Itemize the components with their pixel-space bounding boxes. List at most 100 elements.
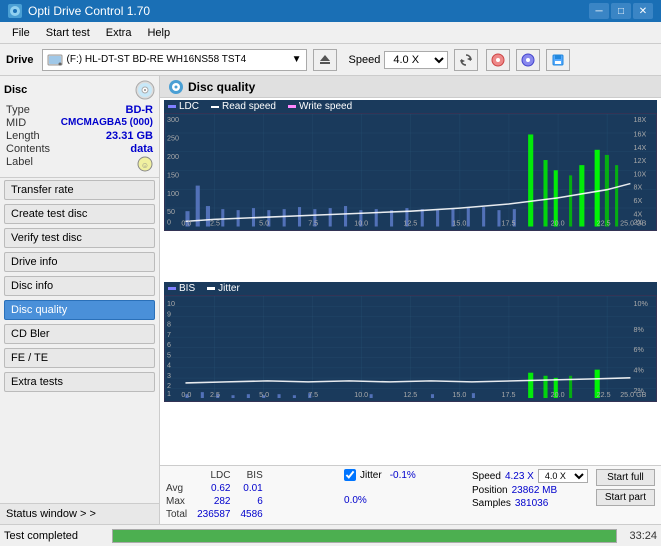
avg-bis-value: 0.01 — [241, 482, 273, 495]
menu-start-test[interactable]: Start test — [38, 25, 98, 41]
disc-length-row: Length 23.31 GB — [4, 130, 155, 142]
disc-quality-title: Disc quality — [188, 80, 255, 94]
disc-info-section: Disc Type BD-R MID CMCMAGBA5 (000) Lengt… — [0, 76, 159, 178]
sidebar-btn-transfer-rate[interactable]: Transfer rate — [4, 180, 155, 200]
jitter-label: Jitter — [360, 470, 382, 481]
titlebar-left: Opti Drive Control 1.70 — [8, 4, 150, 18]
menu-help[interactable]: Help — [139, 25, 178, 41]
svg-text:6%: 6% — [633, 346, 644, 354]
stats-table-container: LDC BIS Avg 0.62 0.01 Max 282 6 — [166, 469, 336, 521]
start-part-button[interactable]: Start part — [596, 489, 655, 506]
stats-table: LDC BIS Avg 0.62 0.01 Max 282 6 — [166, 469, 273, 521]
bis-jitter-chart: BIS Jitter — [164, 282, 657, 463]
maximize-button[interactable]: □ — [611, 3, 631, 19]
status-window-button[interactable]: Status window > > — [0, 503, 159, 524]
svg-text:10%: 10% — [633, 300, 648, 308]
speed-row: Speed 4.23 X 4.0 X 2.0 X — [472, 469, 588, 483]
svg-text:18X: 18X — [633, 116, 646, 124]
svg-text:☺: ☺ — [141, 161, 149, 170]
content-area: Disc quality LDC Read speed — [160, 76, 661, 524]
minimize-button[interactable]: ─ — [589, 3, 609, 19]
avg-ldc-value: 0.62 — [197, 482, 240, 495]
jitter-checkbox[interactable] — [344, 469, 356, 481]
svg-text:12X: 12X — [633, 157, 646, 165]
max-bis-value: 6 — [241, 495, 273, 508]
svg-text:0.0: 0.0 — [181, 219, 191, 226]
svg-text:6X: 6X — [633, 197, 642, 205]
sidebar-btn-disc-info[interactable]: Disc info — [4, 276, 155, 296]
svg-text:7.5: 7.5 — [308, 391, 318, 398]
position-row: Position 23862 MB — [472, 485, 588, 496]
label-icon: ☺ — [137, 156, 153, 172]
total-label: Total — [166, 508, 197, 521]
svg-text:15.0: 15.0 — [452, 391, 466, 398]
svg-text:8%: 8% — [633, 326, 644, 334]
svg-text:200: 200 — [167, 153, 179, 161]
svg-text:100: 100 — [167, 190, 179, 198]
drive-selector[interactable]: (F:) HL-DT-ST BD-RE WH16NS58 TST4 ▼ — [42, 49, 307, 71]
svg-text:2: 2 — [167, 382, 171, 390]
ldc-legend: LDC — [168, 101, 199, 112]
avg-jitter-value: -0.1% — [390, 470, 416, 481]
sidebar-btn-extra-tests[interactable]: Extra tests — [4, 372, 155, 392]
jitter-row: Jitter -0.1% — [344, 469, 464, 481]
sidebar-btn-create-test-disc[interactable]: Create test disc — [4, 204, 155, 224]
svg-text:17.5: 17.5 — [502, 391, 516, 398]
position-label: Position — [472, 485, 508, 496]
spacer — [344, 483, 464, 493]
refresh-button[interactable] — [454, 49, 478, 71]
start-buttons: Start full Start part — [596, 469, 655, 506]
samples-value: 381036 — [515, 498, 548, 509]
titlebar: Opti Drive Control 1.70 ─ □ ✕ — [0, 0, 661, 22]
sidebar: Disc Type BD-R MID CMCMAGBA5 (000) Lengt… — [0, 76, 160, 524]
menu-file[interactable]: File — [4, 25, 38, 41]
read-speed-legend: Read speed — [211, 101, 276, 112]
max-jitter-value: 0.0% — [344, 495, 367, 506]
svg-text:2.5: 2.5 — [210, 391, 220, 398]
svg-text:4: 4 — [167, 362, 171, 370]
ldc-chart-svg: 300 250 200 150 100 50 0 18X 16X 14X 12X… — [165, 114, 656, 227]
svg-text:0.0: 0.0 — [181, 391, 191, 398]
svg-text:3: 3 — [167, 372, 171, 380]
disc-icon-button2[interactable] — [516, 49, 540, 71]
menu-extra[interactable]: Extra — [98, 25, 140, 41]
sidebar-btn-fe-te[interactable]: FE / TE — [4, 348, 155, 368]
disc-header: Disc — [4, 80, 155, 100]
svg-text:9: 9 — [167, 310, 171, 318]
sidebar-btn-verify-test-disc[interactable]: Verify test disc — [4, 228, 155, 248]
bis-jitter-chart-svg: 10 9 8 7 6 5 4 3 2 1 10% 8% 6% — [165, 296, 656, 398]
ldc-chart: LDC Read speed Write speed — [164, 100, 657, 281]
speed-section: Speed 4.23 X 4.0 X 2.0 X Position 23862 … — [472, 469, 588, 509]
sidebar-btn-drive-info[interactable]: Drive info — [4, 252, 155, 272]
speed-label: Speed — [349, 54, 381, 66]
main-area: Disc Type BD-R MID CMCMAGBA5 (000) Lengt… — [0, 76, 661, 524]
svg-text:22.5: 22.5 — [597, 391, 611, 398]
eject-button[interactable] — [313, 49, 337, 71]
svg-text:4X: 4X — [633, 210, 642, 218]
close-button[interactable]: ✕ — [633, 3, 653, 19]
svg-text:150: 150 — [167, 171, 179, 179]
sidebar-btn-cd-bler[interactable]: CD Bler — [4, 324, 155, 344]
svg-text:10X: 10X — [633, 170, 646, 178]
save-button[interactable] — [546, 49, 570, 71]
svg-text:1: 1 — [167, 390, 171, 398]
svg-text:25.0 GB: 25.0 GB — [620, 219, 646, 226]
progress-bar — [113, 530, 616, 542]
total-ldc-value: 236587 — [197, 508, 240, 521]
svg-text:6: 6 — [167, 341, 171, 349]
speed-select[interactable]: 4.0 X 2.0 X — [538, 469, 588, 483]
svg-text:2.5: 2.5 — [210, 219, 220, 226]
app-icon — [8, 4, 22, 18]
svg-text:7.5: 7.5 — [308, 219, 318, 226]
ldc-header: LDC — [197, 469, 240, 482]
titlebar-controls: ─ □ ✕ — [589, 3, 653, 19]
speed-select[interactable]: 4.0 X 2.0 X 6.0 X 8.0 X — [384, 51, 448, 69]
disc-icon-button[interactable] — [486, 49, 510, 71]
disc-label-row: Label ☺ — [4, 156, 155, 172]
stats-area: LDC BIS Avg 0.62 0.01 Max 282 6 — [160, 465, 661, 524]
sidebar-btn-disc-quality[interactable]: Disc quality — [4, 300, 155, 320]
svg-text:0: 0 — [167, 218, 171, 226]
progress-bar-container — [112, 529, 617, 543]
charts-area: LDC Read speed Write speed — [160, 98, 661, 465]
start-full-button[interactable]: Start full — [596, 469, 655, 486]
